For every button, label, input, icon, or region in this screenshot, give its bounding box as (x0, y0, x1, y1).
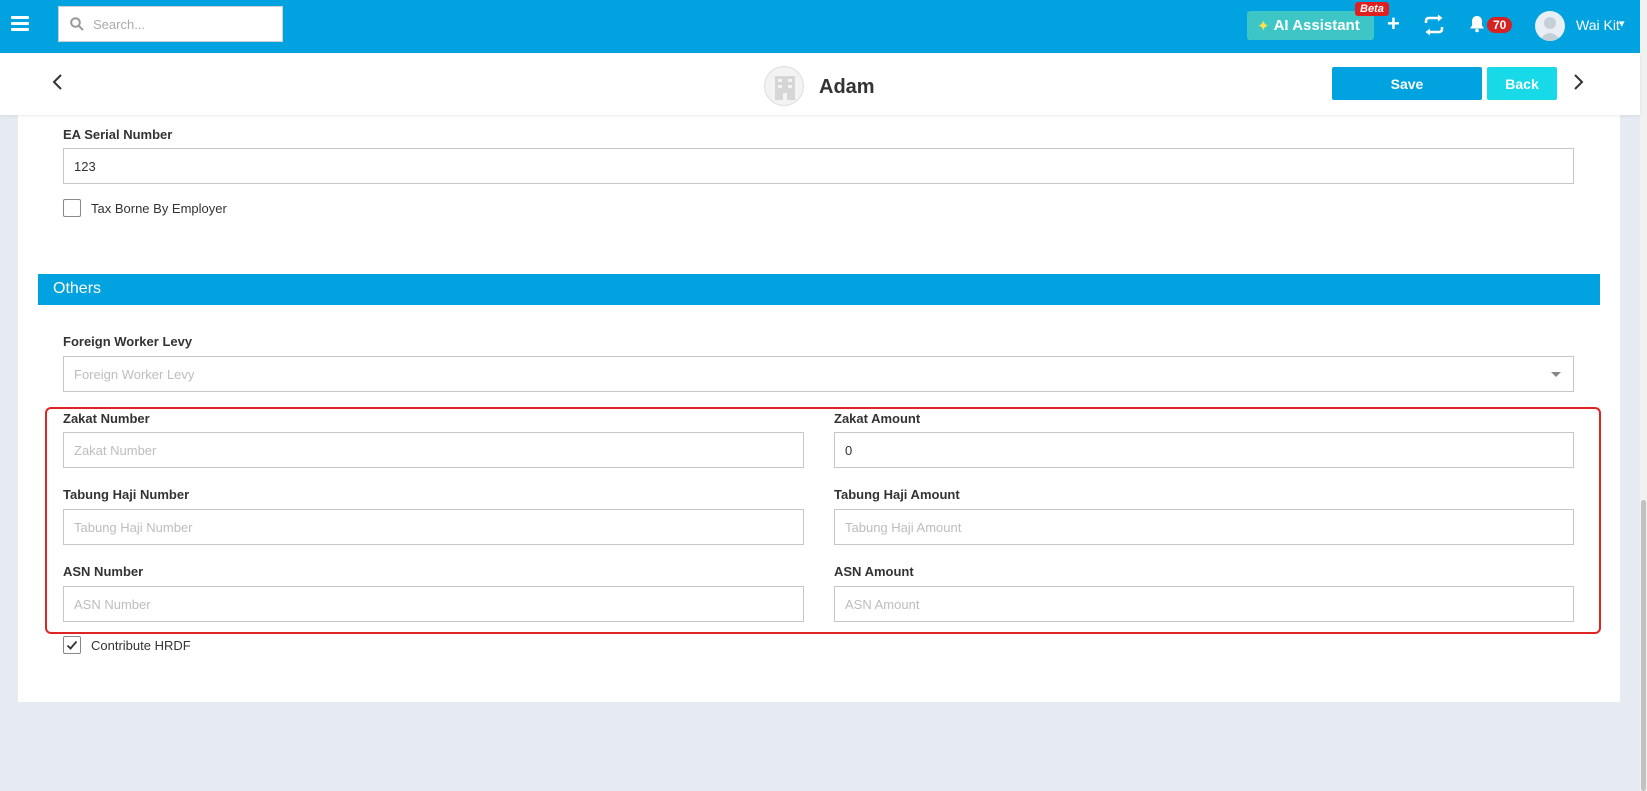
sync-icon[interactable] (1422, 14, 1446, 36)
ai-assistant-label: AI Assistant (1273, 17, 1360, 34)
top-navbar: ✦ AI Assistant Beta + 70 Wai Kit ▾ (0, 0, 1640, 53)
asn-amount-label: ASN Amount (834, 564, 914, 579)
asn-number-input[interactable] (64, 587, 803, 621)
zakat-amount-label: Zakat Amount (834, 411, 921, 426)
tabung-haji-amount-input[interactable] (835, 510, 1573, 544)
tabung-haji-number-field[interactable] (63, 509, 804, 545)
contribute-hrdf-checkbox[interactable] (63, 636, 81, 654)
asn-amount-input[interactable] (835, 587, 1573, 621)
plus-icon[interactable]: + (1387, 12, 1400, 36)
foreign-worker-levy-input[interactable] (64, 357, 1573, 391)
ea-serial-label: EA Serial Number (63, 127, 173, 142)
foreign-worker-levy-label: Foreign Worker Levy (63, 334, 193, 349)
chevron-left-icon[interactable] (50, 72, 66, 92)
zakat-number-input[interactable] (64, 433, 803, 467)
user-name[interactable]: Wai Kit (1576, 17, 1620, 33)
tabung-haji-amount-field[interactable] (834, 509, 1574, 545)
checkmark-icon (66, 640, 78, 650)
ai-assistant-button[interactable]: ✦ AI Assistant (1247, 11, 1374, 40)
tabung-haji-number-input[interactable] (64, 510, 803, 544)
others-section-header: Others (38, 274, 1600, 305)
search-input[interactable] (93, 7, 278, 41)
zakat-amount-input[interactable] (835, 433, 1573, 467)
chevron-right-icon[interactable] (1570, 72, 1586, 92)
employee-name: Adam (819, 76, 875, 98)
bell-icon[interactable] (1469, 15, 1485, 33)
tax-borne-label: Tax Borne By Employer (91, 201, 227, 216)
section-title: Others (53, 280, 102, 297)
employee-avatar (764, 66, 804, 106)
asn-number-label: ASN Number (63, 564, 144, 579)
foreign-worker-levy-select[interactable] (63, 356, 1574, 392)
sparkle-icon: ✦ (1257, 17, 1270, 35)
contribute-hrdf-label: Contribute HRDF (91, 638, 191, 653)
asn-number-field[interactable] (63, 586, 804, 622)
tax-borne-checkbox[interactable] (63, 199, 81, 217)
scrollbar-thumb[interactable] (1641, 500, 1646, 791)
save-button[interactable]: Save (1332, 67, 1482, 100)
chevron-down-icon[interactable] (1551, 372, 1561, 377)
hamburger-icon[interactable] (11, 16, 29, 32)
zakat-amount-field[interactable] (834, 432, 1574, 468)
user-avatar[interactable] (1535, 11, 1565, 41)
ea-serial-field[interactable] (63, 148, 1574, 184)
record-header: Adam Save Back (0, 53, 1640, 115)
ea-serial-input[interactable] (64, 149, 1573, 183)
chevron-down-icon[interactable]: ▾ (1619, 17, 1625, 30)
search-icon (70, 17, 84, 31)
notification-badge[interactable]: 70 (1487, 17, 1513, 33)
back-button[interactable]: Back (1487, 67, 1557, 100)
zakat-number-label: Zakat Number (63, 411, 150, 426)
tabung-haji-number-label: Tabung Haji Number (63, 487, 190, 502)
tabung-haji-amount-label: Tabung Haji Amount (834, 487, 960, 502)
beta-badge: Beta (1355, 2, 1389, 16)
zakat-number-field[interactable] (63, 432, 804, 468)
search-box[interactable] (58, 6, 283, 42)
asn-amount-field[interactable] (834, 586, 1574, 622)
